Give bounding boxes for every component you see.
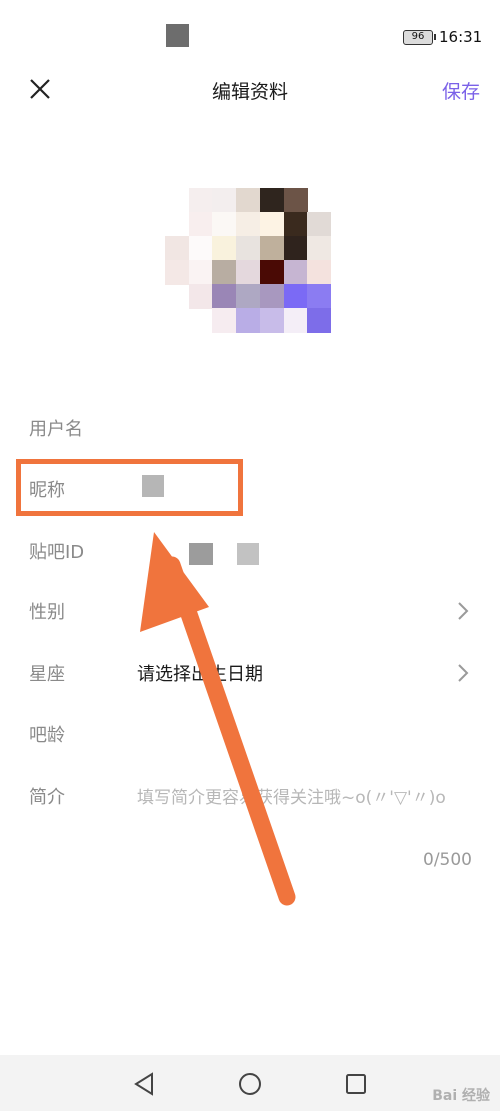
avatar-pixel: [283, 260, 308, 285]
bio-row[interactable]: 简介 填写简介更容易获得关注哦~o(〃'▽'〃)o: [0, 767, 500, 823]
system-nav-bar: Bai 经验: [0, 1055, 500, 1111]
username-label: 用户名: [29, 419, 83, 440]
tieba-age-row: 吧龄: [0, 705, 500, 761]
avatar-pixel: [307, 260, 332, 285]
back-button[interactable]: [130, 1069, 160, 1099]
bio-label: 简介: [29, 787, 65, 808]
avatar-pixel: [212, 236, 237, 261]
avatar-pixel: [259, 260, 284, 285]
avatar-pixel: [307, 236, 332, 261]
status-notification-icon: [166, 24, 189, 47]
home-button[interactable]: [235, 1069, 265, 1099]
avatar-pixel: [283, 308, 308, 333]
tieba-id-value-redacted: [237, 543, 259, 565]
chevron-right-icon: [458, 664, 469, 682]
avatar-pixel: [212, 284, 237, 309]
username-row[interactable]: 用户名: [0, 399, 500, 455]
battery-icon: 96: [403, 30, 436, 45]
avatar-pixel: [307, 284, 332, 309]
page-title: 编辑资料: [211, 81, 288, 103]
avatar-pixel: [188, 188, 213, 213]
watermark: Bai 经验: [432, 1088, 490, 1104]
avatar-pixel: [236, 284, 261, 309]
bio-char-counter: 0/500: [423, 850, 472, 870]
avatar-pixel: [165, 260, 190, 285]
recents-square-icon: [346, 1074, 366, 1094]
avatar-pixel: [212, 260, 237, 285]
save-button[interactable]: 保存: [442, 77, 480, 104]
avatar-pixel: [259, 212, 284, 237]
home-circle-icon: [239, 1073, 261, 1095]
tieba-age-label: 吧龄: [29, 725, 65, 746]
avatar-pixel: [307, 212, 332, 237]
avatar-pixel: [212, 212, 237, 237]
gender-label: 性别: [29, 602, 65, 623]
constellation-row[interactable]: 星座 请选择出生日期: [0, 644, 500, 700]
constellation-label: 星座: [29, 664, 65, 685]
avatar-pixel: [283, 284, 308, 309]
avatar-pixel: [188, 212, 213, 237]
avatar-pixel: [236, 236, 261, 261]
avatar-pixel: [307, 308, 332, 333]
avatar-pixel: [188, 260, 213, 285]
constellation-value: 请选择出生日期: [137, 664, 263, 685]
recents-button[interactable]: [341, 1069, 371, 1099]
status-bar: 96 16:31: [0, 0, 500, 60]
avatar-pixel: [259, 284, 284, 309]
avatar-pixel: [188, 284, 213, 309]
header: 编辑资料 保存: [0, 60, 500, 118]
avatar-pixel: [259, 308, 284, 333]
avatar-pixel: [259, 188, 284, 213]
tieba-id-label: 贴吧ID: [29, 542, 85, 563]
avatar[interactable]: [165, 188, 332, 333]
avatar-pixel: [236, 212, 261, 237]
avatar-pixel: [283, 188, 308, 213]
tieba-id-row: 贴吧ID: [0, 522, 500, 578]
bio-input[interactable]: 填写简介更容易获得关注哦~o(〃'▽'〃)o: [137, 783, 446, 808]
avatar-pixel: [283, 236, 308, 261]
avatar-pixel: [283, 212, 308, 237]
avatar-pixel: [165, 236, 190, 261]
avatar-pixel: [236, 188, 261, 213]
avatar-pixel: [212, 188, 237, 213]
annotation-highlight-box: [16, 459, 243, 516]
status-time: 16:31: [439, 28, 483, 46]
avatar-pixel: [259, 236, 284, 261]
avatar-pixel: [236, 260, 261, 285]
back-triangle-icon: [134, 1072, 153, 1096]
chevron-right-icon: [458, 602, 469, 620]
avatar-pixel: [188, 236, 213, 261]
avatar-pixel: [236, 308, 261, 333]
tieba-id-value-redacted: [189, 543, 213, 565]
avatar-pixel: [212, 308, 237, 333]
gender-row[interactable]: 性别: [0, 582, 500, 638]
